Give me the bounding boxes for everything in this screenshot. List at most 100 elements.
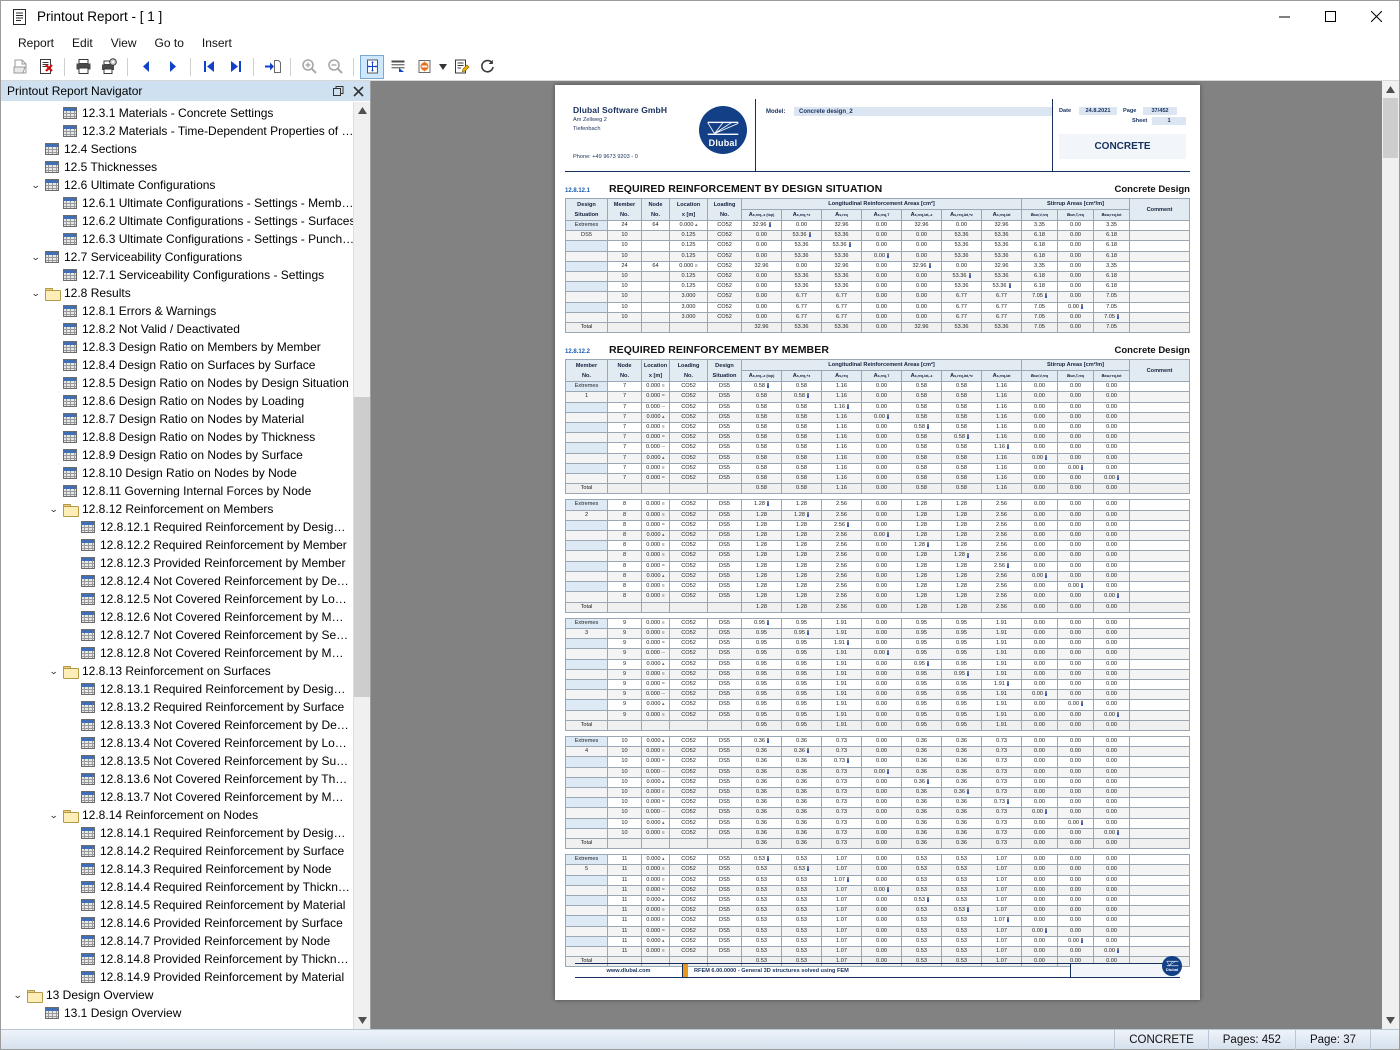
tree-item[interactable]: 13.1 Design Overview [1, 1004, 353, 1022]
menu-item-view[interactable]: View [102, 34, 146, 52]
cell-location-x: 0.000 ≡ [641, 945, 670, 958]
tree-item[interactable]: 12.8.14.3 Required Reinforcement by Node [1, 860, 353, 878]
tree-item[interactable]: 12.8.12.5 Not Covered Reinforcement by L… [1, 590, 353, 608]
tree-item[interactable]: 12.8.10 Design Ratio on Nodes by Node [1, 464, 353, 482]
tree-item[interactable]: 12.8.9 Design Ratio on Nodes by Surface [1, 446, 353, 464]
tree-item[interactable]: ⌄ 12.8.13 Reinforcement on Surfaces [1, 662, 353, 680]
resize-grip[interactable] [1370, 1029, 1399, 1050]
report-preview-pane[interactable]: Dlubal Software GmbH Am Zellweg 2 Tiefen… [371, 81, 1399, 1029]
tree-item[interactable]: ⌄ 12.8.12 Reinforcement on Members [1, 500, 353, 518]
tree-item[interactable]: 12.8.12.4 Not Covered Reinforcement by D… [1, 572, 353, 590]
tree-item[interactable]: 12.8.2 Not Valid / Deactivated [1, 320, 353, 338]
undock-icon[interactable] [330, 83, 346, 99]
tree-item[interactable]: 12.8.4 Design Ratio on Surfaces by Surfa… [1, 356, 353, 374]
first-page-icon[interactable] [197, 55, 221, 79]
tree-item[interactable]: 12.8.14.6 Provided Reinforcement by Surf… [1, 914, 353, 932]
scroll-down-icon[interactable] [354, 1012, 370, 1029]
tree-item[interactable]: 12.8.12.3 Provided Reinforcement by Memb… [1, 554, 353, 572]
tree-item[interactable]: ⌄ 12.8 Results [1, 284, 353, 302]
menu-item-edit[interactable]: Edit [63, 34, 102, 52]
preview-scroll-track[interactable] [1382, 98, 1399, 1012]
expander-chevron-down-icon[interactable]: ⌄ [45, 666, 63, 676]
maximize-button[interactable] [1307, 1, 1353, 33]
expander-chevron-down-icon[interactable]: ⌄ [27, 288, 45, 298]
tree-item[interactable]: 12.6.3 Ultimate Configurations - Setting… [1, 230, 353, 248]
tree-item[interactable]: 12.6.2 Ultimate Configurations - Setting… [1, 212, 353, 230]
navigator-scrollbar[interactable] [353, 102, 370, 1029]
tree-item[interactable]: 12.8.14.9 Provided Reinforcement by Mate… [1, 968, 353, 986]
tree-item[interactable]: 12.8.5 Design Ratio on Nodes by Design S… [1, 374, 353, 392]
previous-page-icon[interactable] [134, 55, 158, 79]
tree-item[interactable]: 12.8.12.7 Not Covered Reinforcement by S… [1, 626, 353, 644]
tree-item[interactable]: 12.8.13.3 Not Covered Reinforcement by D… [1, 716, 353, 734]
tree-item[interactable]: 12.4 Sections [1, 140, 353, 158]
fit-page-icon[interactable] [360, 54, 384, 79]
expander-chevron-down-icon[interactable]: ⌄ [45, 810, 63, 820]
expander-chevron-down-icon[interactable]: ⌄ [27, 252, 45, 262]
page-setup-icon[interactable] [412, 55, 436, 79]
open-report-icon[interactable] [8, 55, 32, 79]
required-reinforcement-by-member-table: Member No. Node No. Location x [m] Loading No. D… [565, 359, 1191, 968]
tree-item[interactable]: 12.7.1 Serviceability Configurations - S… [1, 266, 353, 284]
print-settings-icon[interactable] [97, 55, 121, 79]
tree-item[interactable]: 12.8.13.1 Required Reinforcement by Desi… [1, 680, 353, 698]
expander-chevron-down-icon[interactable]: ⌄ [27, 180, 45, 190]
tree-item[interactable]: 12.8.12.1 Required Reinforcement by Desi… [1, 518, 353, 536]
navigation-tree[interactable]: 12.3.1 Materials - Concrete Settings 12.3… [1, 102, 353, 1029]
preview-vertical-scrollbar[interactable] [1382, 81, 1399, 1029]
close-button[interactable] [1353, 1, 1399, 33]
preview-scroll-down-icon[interactable] [1382, 1012, 1399, 1029]
tree-item[interactable]: ⌄ 12.6 Ultimate Configurations [1, 176, 353, 194]
tree-item[interactable]: 12.8.3 Design Ratio on Members by Member [1, 338, 353, 356]
tree-item[interactable]: 12.8.1 Errors & Warnings [1, 302, 353, 320]
tree-item[interactable]: 12.8.13.2 Required Reinforcement by Surf… [1, 698, 353, 716]
menu-item-goto[interactable]: Go to [146, 34, 193, 52]
tree-item[interactable]: 12.8.6 Design Ratio on Nodes by Loading [1, 392, 353, 410]
tree-item[interactable]: 12.3.1 Materials - Concrete Settings [1, 104, 353, 122]
fit-width-icon[interactable] [386, 55, 410, 79]
preview-scroll-up-icon[interactable] [1382, 81, 1399, 98]
print-icon[interactable] [71, 55, 95, 79]
menu-item-report[interactable]: Report [9, 34, 63, 52]
tree-item[interactable]: 12.8.14.4 Required Reinforcement by Thic… [1, 878, 353, 896]
zoom-in-icon[interactable] [297, 55, 321, 79]
tree-item[interactable]: 12.8.8 Design Ratio on Nodes by Thicknes… [1, 428, 353, 446]
scroll-up-icon[interactable] [354, 102, 370, 119]
tree-item[interactable]: 12.5 Thicknesses [1, 158, 353, 176]
scroll-track[interactable] [354, 119, 370, 1012]
tree-item[interactable]: 12.8.13.4 Not Covered Reinforcement by L… [1, 734, 353, 752]
tree-item[interactable]: 12.8.13.6 Not Covered Reinforcement by T… [1, 770, 353, 788]
delete-report-icon[interactable] [34, 55, 58, 79]
tree-item[interactable]: 12.3.2 Materials - Time-Dependent Proper… [1, 122, 353, 140]
tree-item[interactable]: 12.8.14.7 Provided Reinforcement by Node [1, 932, 353, 950]
tree-item[interactable]: 12.6.1 Ultimate Configurations - Setting… [1, 194, 353, 212]
next-page-icon[interactable] [160, 55, 184, 79]
preview-scroll-thumb[interactable] [1383, 98, 1398, 158]
expander-chevron-down-icon[interactable]: ⌄ [9, 990, 27, 1000]
dropdown-arrow-icon[interactable] [437, 55, 448, 79]
expander-chevron-down-icon[interactable]: ⌄ [45, 504, 63, 514]
edit-header-footer-icon[interactable] [449, 55, 473, 79]
last-page-icon[interactable] [223, 55, 247, 79]
tree-item[interactable]: 12.8.12.8 Not Covered Reinforcement by M… [1, 644, 353, 662]
menu-item-insert[interactable]: Insert [193, 34, 241, 52]
tree-item[interactable]: 12.8.14.8 Provided Reinforcement by Thic… [1, 950, 353, 968]
tree-item[interactable]: ⌄ 12.8.14 Reinforcement on Nodes [1, 806, 353, 824]
minimize-button[interactable] [1261, 1, 1307, 33]
scroll-thumb[interactable] [354, 397, 370, 697]
tree-item[interactable]: 12.8.13.7 Not Covered Reinforcement by M… [1, 788, 353, 806]
tree-item[interactable]: 12.8.14.5 Required Reinforcement by Mate… [1, 896, 353, 914]
zoom-out-icon[interactable] [323, 55, 347, 79]
tree-item[interactable]: ⌄ 12.7 Serviceability Configurations [1, 248, 353, 266]
tree-item[interactable]: 12.8.14.2 Required Reinforcement by Surf… [1, 842, 353, 860]
tree-item[interactable]: 12.8.7 Design Ratio on Nodes by Material [1, 410, 353, 428]
tree-item[interactable]: 12.8.12.2 Required Reinforcement by Memb… [1, 536, 353, 554]
tree-item[interactable]: 12.8.12.6 Not Covered Reinforcement by M… [1, 608, 353, 626]
tree-item[interactable]: ⌄ 13 Design Overview [1, 986, 353, 1004]
tree-item[interactable]: 12.8.14.1 Required Reinforcement by Desi… [1, 824, 353, 842]
tree-item[interactable]: 12.8.13.5 Not Covered Reinforcement by S… [1, 752, 353, 770]
refresh-icon[interactable] [475, 55, 499, 79]
go-to-page-icon[interactable] [260, 55, 284, 79]
tree-item[interactable]: 12.8.11 Governing Internal Forces by Nod… [1, 482, 353, 500]
close-icon[interactable] [350, 83, 366, 99]
